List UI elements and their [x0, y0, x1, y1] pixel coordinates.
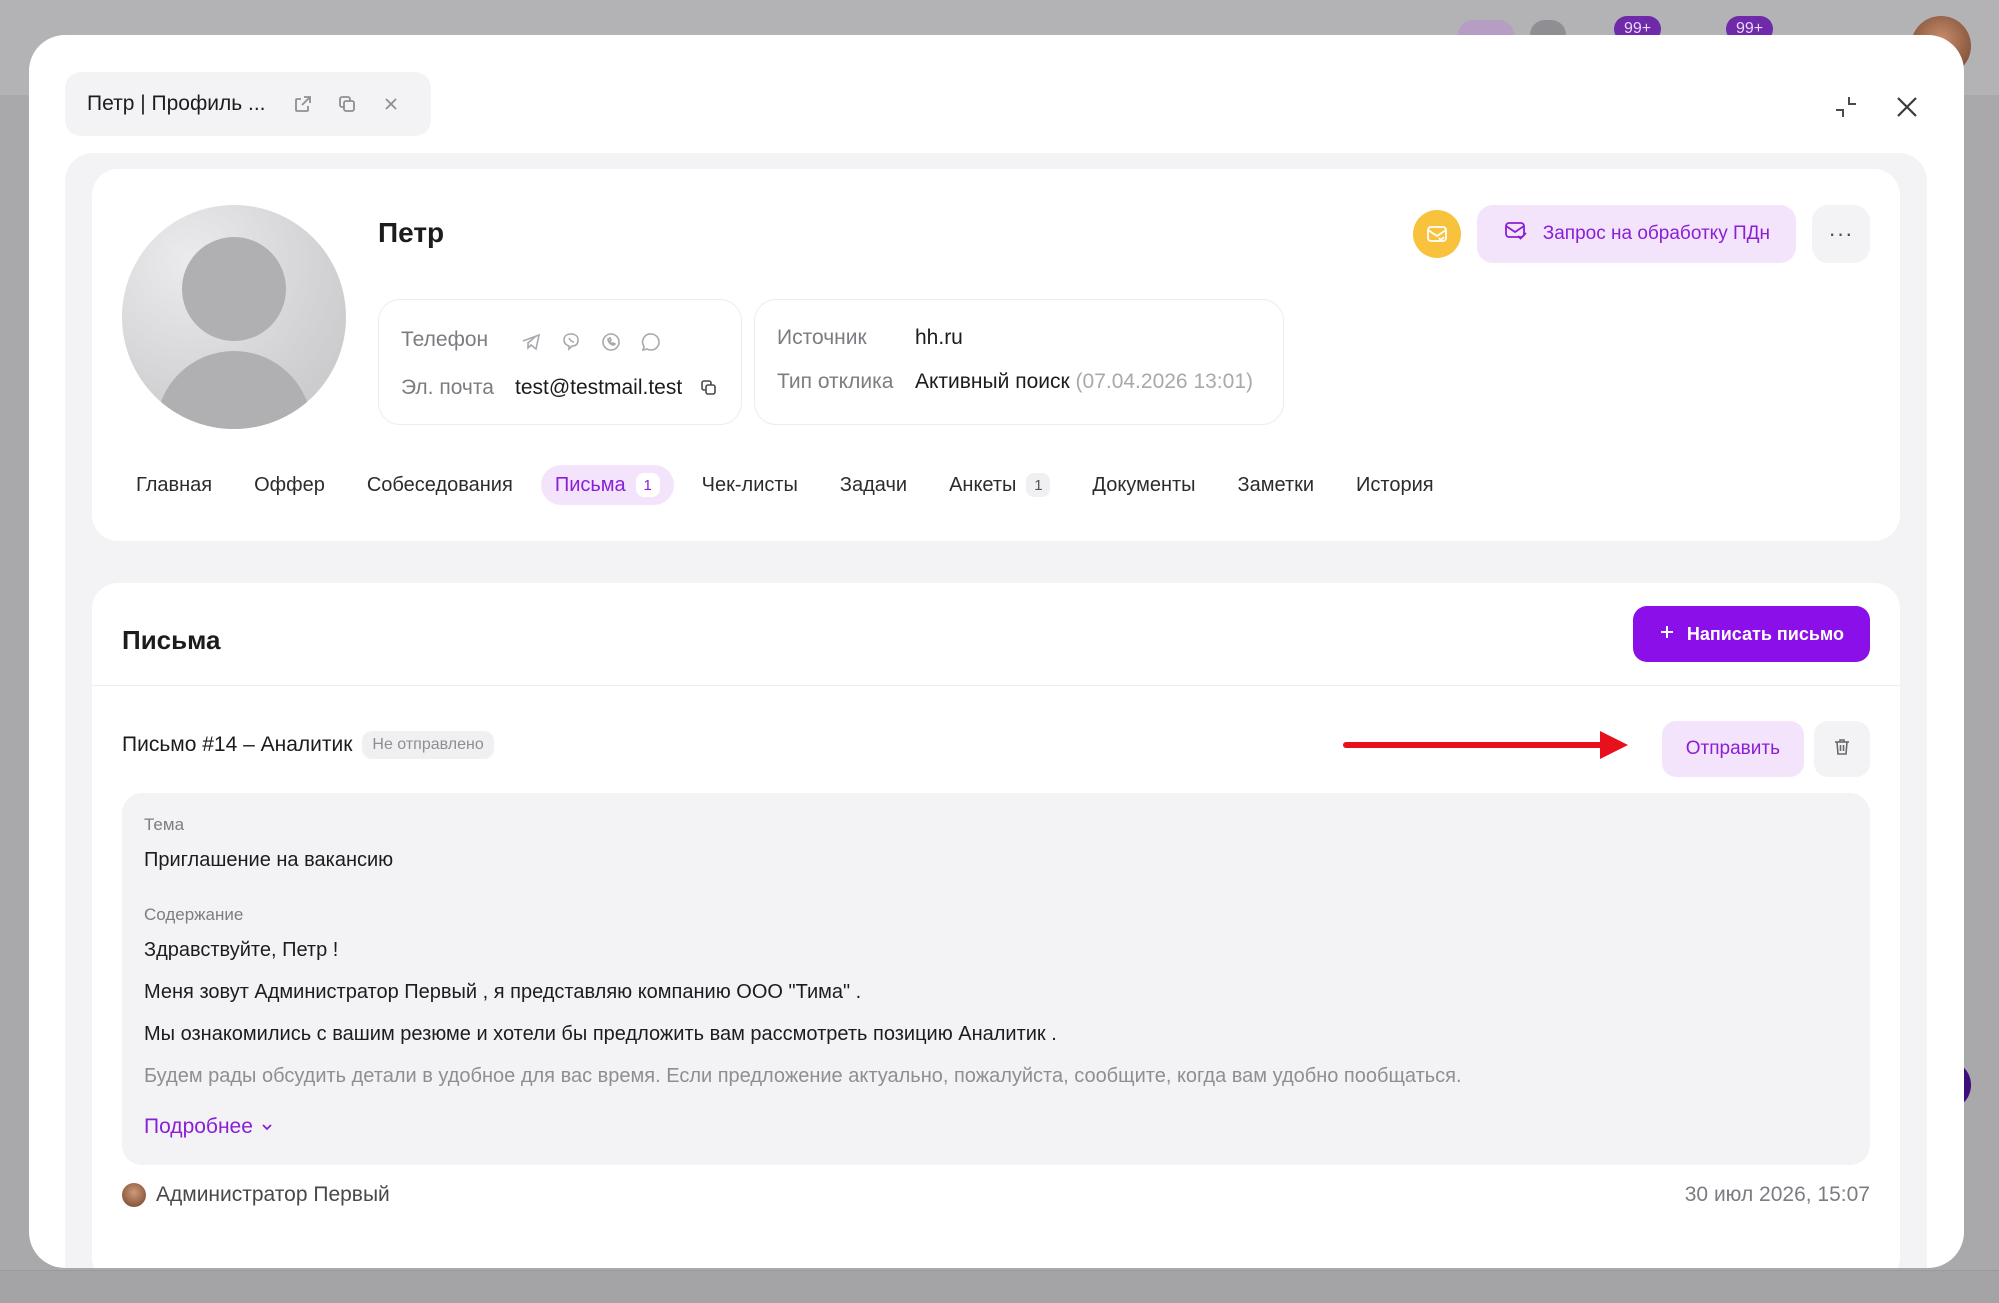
- email-label: Эл. почта: [401, 376, 494, 399]
- candidate-name: Петр: [378, 217, 445, 248]
- open-external-icon[interactable]: [288, 89, 318, 119]
- tab-interviews[interactable]: Собеседования: [353, 465, 527, 505]
- content-line: Мы ознакомились с вашим резюме и хотели …: [144, 1023, 1057, 1045]
- candidate-modal: Петр | Профиль ... Петр Телефон Эл. почт…: [29, 35, 1964, 1268]
- background-bottom: [0, 1270, 1999, 1303]
- subject-label: Тема: [144, 815, 185, 834]
- letter-header: Письмо #14 – Аналитик Не отправлено: [122, 731, 494, 759]
- letter-body: Тема Приглашение на вакансию Содержание …: [122, 793, 1870, 1165]
- tab-letters[interactable]: Письма 1: [540, 465, 674, 505]
- contacts-box: Телефон Эл. почта test@testmail.test: [378, 299, 742, 425]
- modal-tab[interactable]: Петр | Профиль ...: [65, 72, 431, 136]
- letter-date: 30 июл 2026, 15:07: [1684, 1183, 1870, 1206]
- telegram-icon[interactable]: [519, 330, 543, 354]
- author-name: Администратор Первый: [156, 1183, 390, 1206]
- letters-title: Письма: [122, 625, 221, 655]
- content-line: Здравствуйте, Петр !: [144, 939, 339, 961]
- content-line: Меня зовут Администратор Первый , я пред…: [144, 981, 862, 1003]
- delete-letter-button[interactable]: [1814, 721, 1870, 777]
- close-tab-icon[interactable]: [376, 89, 406, 119]
- chat-icon[interactable]: [639, 330, 663, 354]
- more-actions-button[interactable]: ···: [1812, 205, 1870, 263]
- letters-card: Письма Написать письмо Письмо #14 – Анал…: [92, 583, 1900, 1268]
- profile-actions: Запрос на обработку ПДн ···: [1412, 205, 1870, 263]
- tab-notes[interactable]: Заметки: [1224, 465, 1329, 505]
- copy-icon[interactable]: [332, 89, 362, 119]
- source-value: hh.ru: [915, 326, 963, 349]
- tab-questionnaires[interactable]: Анкеты 1: [935, 465, 1064, 505]
- write-letter-button[interactable]: Написать письмо: [1632, 606, 1870, 662]
- source-box: Источник hh.ru Тип отклика Активный поис…: [754, 299, 1284, 425]
- subject-value: Приглашение на вакансию: [144, 849, 394, 871]
- send-letter-button[interactable]: Отправить: [1661, 721, 1804, 777]
- show-more-link[interactable]: Подробнее: [144, 1115, 273, 1139]
- response-date: (07.04.2026 13:01): [1075, 370, 1253, 393]
- status-badge: Не отправлено: [362, 731, 494, 759]
- divider: [92, 685, 1900, 686]
- plus-icon: [1659, 624, 1675, 645]
- tab-history[interactable]: История: [1342, 465, 1448, 505]
- source-label: Источник: [777, 326, 867, 349]
- response-type-label: Тип отклика: [777, 370, 894, 393]
- close-modal-icon[interactable]: [1887, 87, 1927, 127]
- modal-tab-title: Петр | Профиль ...: [87, 92, 266, 115]
- viber-icon[interactable]: [559, 330, 583, 354]
- response-type-value: Активный поиск (07.04.2026 13:01): [915, 370, 1253, 393]
- content-label: Содержание: [144, 905, 244, 924]
- tab-offer[interactable]: Оффер: [240, 465, 339, 505]
- tab-count-badge: 1: [635, 473, 660, 497]
- pd-request-button[interactable]: Запрос на обработку ПДн: [1476, 205, 1796, 263]
- mail-status-button[interactable]: [1412, 210, 1461, 258]
- whatsapp-icon[interactable]: [599, 330, 623, 354]
- tab-checklists[interactable]: Чек-листы: [688, 465, 812, 505]
- author-avatar: [122, 1183, 146, 1207]
- tab-main[interactable]: Главная: [122, 465, 226, 505]
- letter-author: Администратор Первый: [122, 1183, 390, 1207]
- content-line: Будем рады обсудить детали в удобное для…: [144, 1065, 1462, 1087]
- tab-documents[interactable]: Документы: [1078, 465, 1209, 505]
- candidate-avatar: [122, 205, 346, 429]
- messenger-icons: [519, 330, 663, 354]
- phone-label: Телефон: [401, 328, 489, 351]
- write-letter-label: Написать письмо: [1686, 623, 1844, 644]
- modal-content: Петр Телефон Эл. почта test@testmail.tes…: [65, 153, 1927, 1268]
- profile-tabs: Главная Оффер Собеседования Письма 1 Чек-…: [122, 465, 1462, 505]
- show-more-label: Подробнее: [144, 1115, 253, 1138]
- chevron-down-icon: [261, 1115, 273, 1139]
- email-value[interactable]: test@testmail.test: [515, 376, 682, 400]
- mail-check-icon: [1503, 219, 1529, 249]
- copy-email-icon[interactable]: [699, 378, 719, 403]
- trash-icon: [1831, 736, 1853, 763]
- annotation-arrow: [1343, 731, 1628, 759]
- profile-card: Петр Телефон Эл. почта test@testmail.tes…: [92, 169, 1900, 541]
- letter-title: Письмо #14 – Аналитик: [122, 733, 353, 756]
- tab-count-badge: 1: [1026, 473, 1051, 497]
- collapse-icon[interactable]: [1826, 87, 1866, 127]
- pd-request-label: Запрос на обработку ПДн: [1542, 223, 1770, 244]
- tab-tasks[interactable]: Задачи: [826, 465, 921, 505]
